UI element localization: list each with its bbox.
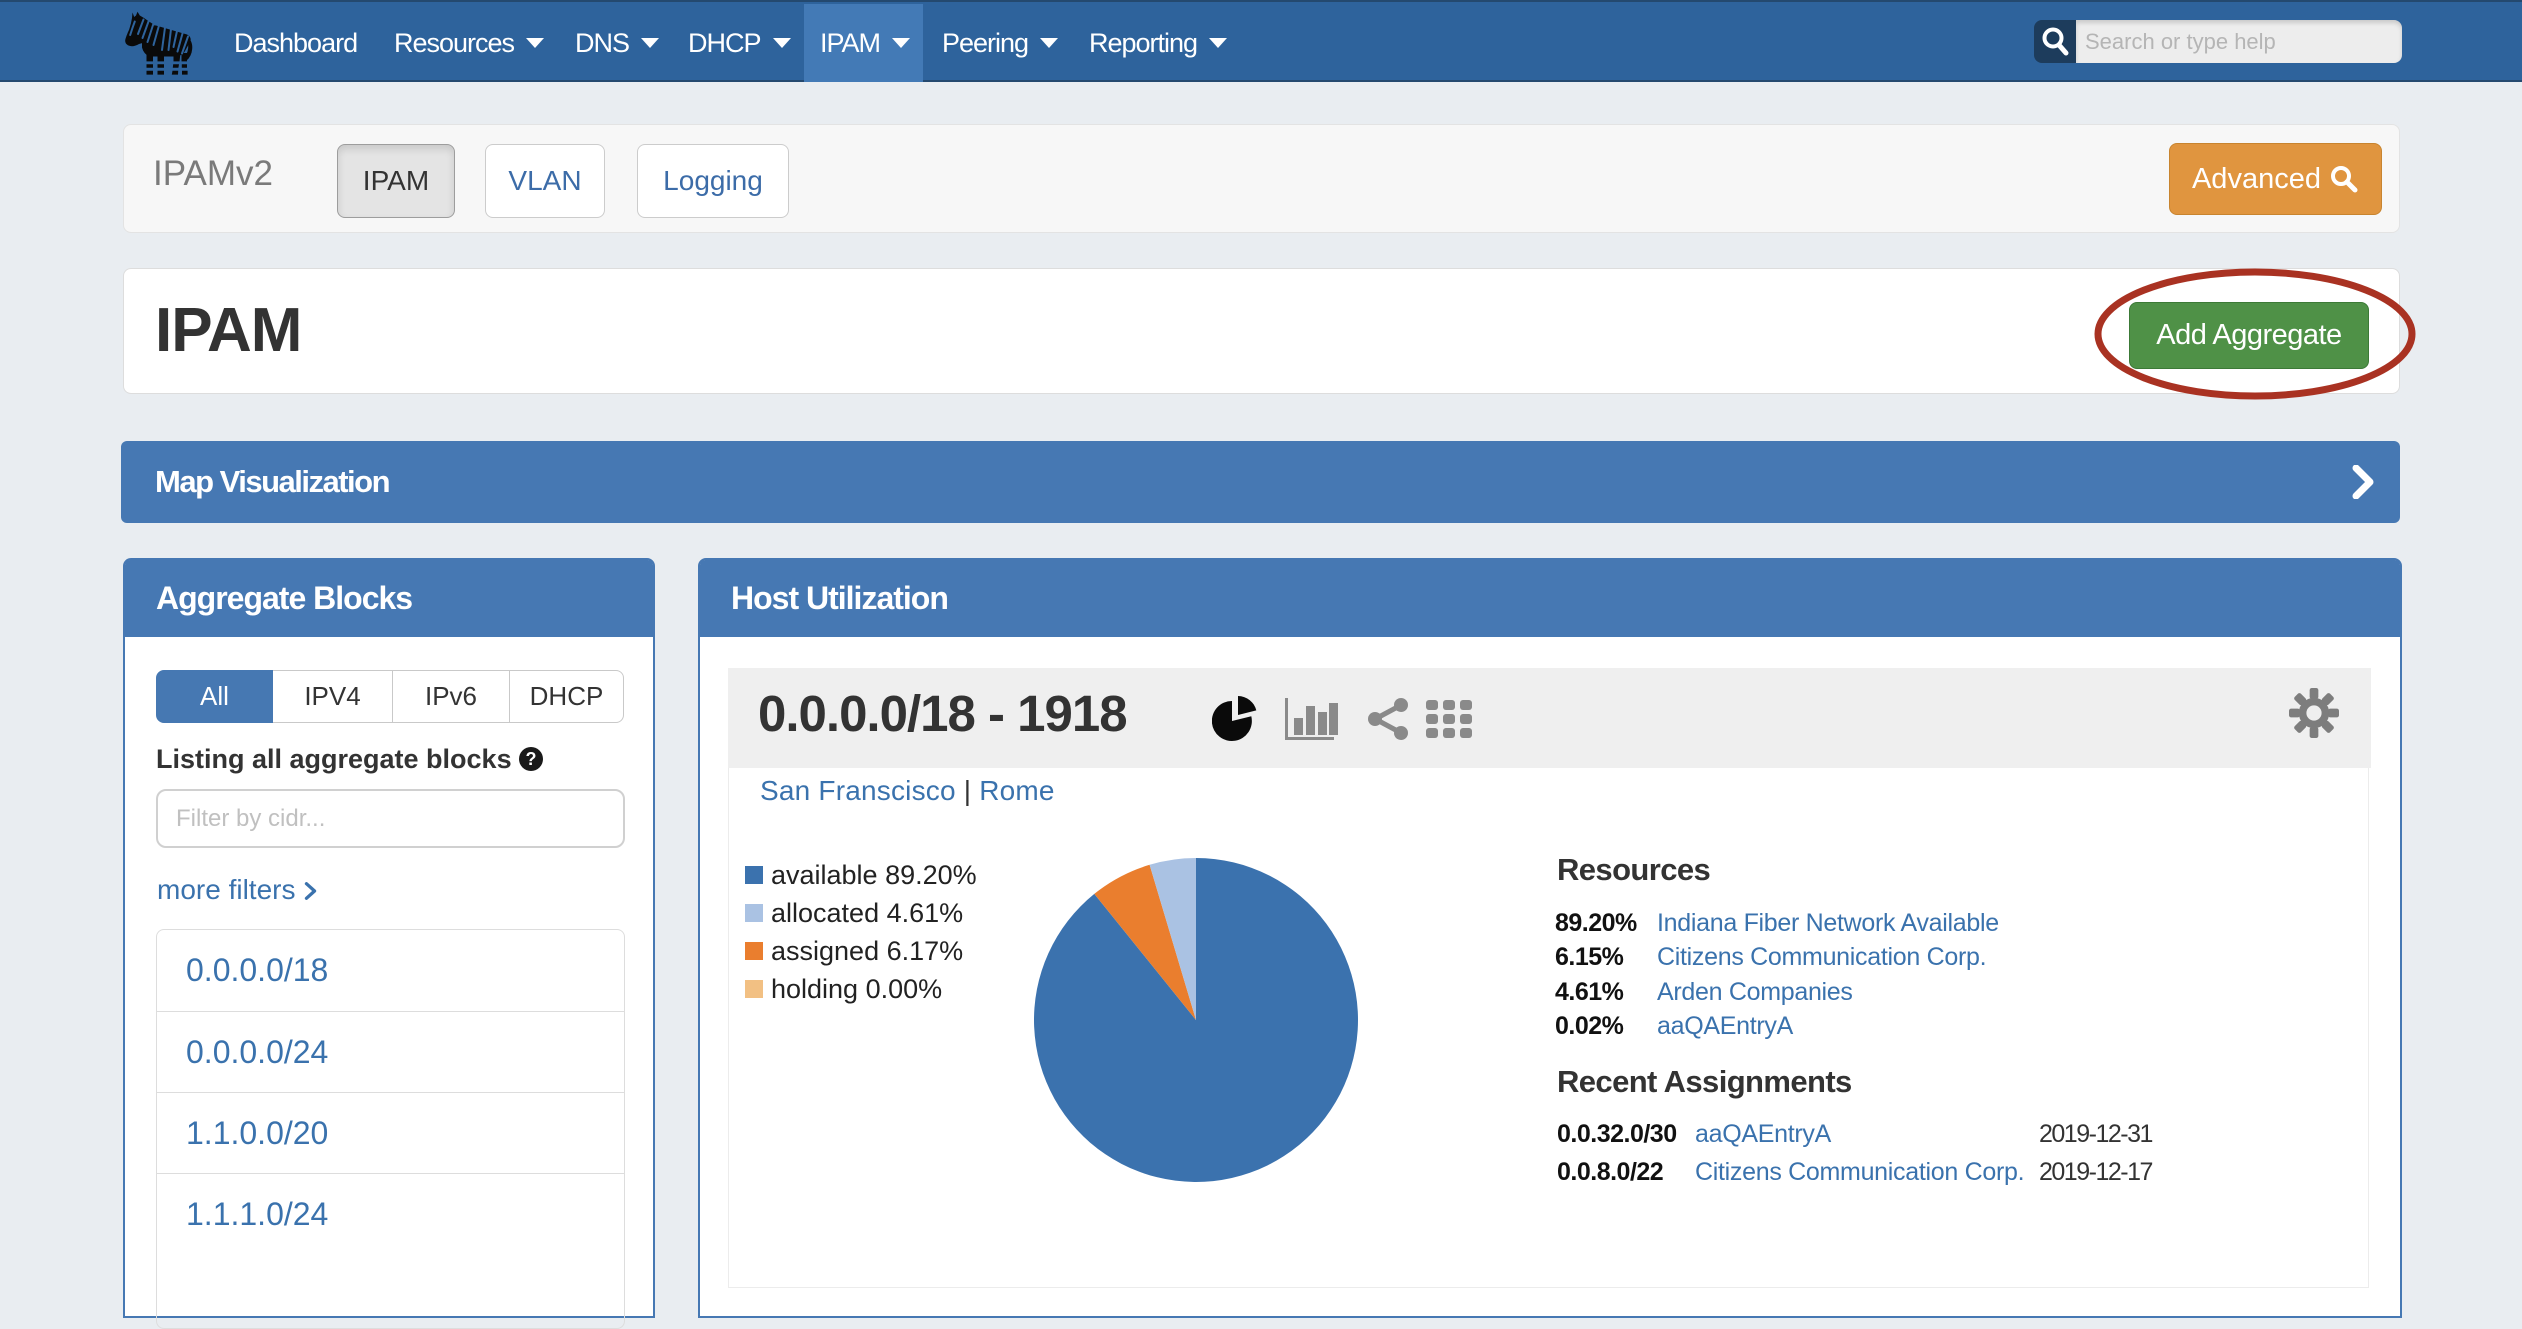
svg-text:?: ? xyxy=(526,749,537,769)
